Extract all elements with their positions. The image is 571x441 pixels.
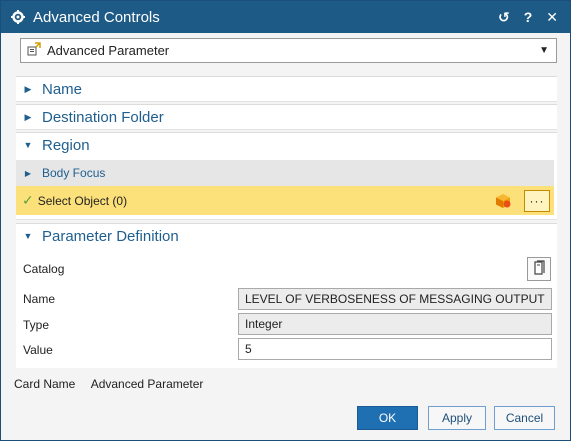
chevron-down-icon: ▼ — [23, 231, 33, 241]
chevron-right-icon: ▶ — [24, 168, 32, 178]
book-icon — [532, 259, 546, 279]
body-focus-label: Body Focus — [42, 166, 106, 180]
type-field[interactable]: Integer — [238, 313, 552, 335]
region-header[interactable]: ▼ Region — [16, 133, 557, 157]
body-focus-header[interactable]: ▶ Body Focus — [16, 160, 554, 186]
chevron-down-icon: ▼ — [539, 45, 549, 56]
select-object-row[interactable]: ✓ Select Object (0) ··· — [16, 186, 554, 215]
name-label: Name — [23, 292, 56, 306]
value-label: Value — [23, 343, 53, 357]
chevron-right-icon: ▶ — [24, 111, 32, 122]
type-dropdown[interactable]: Advanced Parameter ▼ — [20, 38, 557, 63]
reset-icon[interactable]: ↺ — [498, 9, 510, 26]
help-icon[interactable]: ? — [524, 9, 533, 25]
cube-select-icon[interactable] — [494, 192, 512, 210]
catalog-button[interactable] — [527, 257, 551, 281]
value-input[interactable]: 5 — [238, 338, 552, 360]
parameter-definition-header[interactable]: ▼ Parameter Definition — [16, 224, 557, 248]
check-icon: ✓ — [22, 192, 34, 208]
gear-icon — [11, 10, 25, 24]
ok-button[interactable]: OK — [357, 406, 418, 430]
section-region-label: Region — [42, 136, 90, 154]
card-name-value: Advanced Parameter — [90, 377, 204, 391]
type-dropdown-value: Advanced Parameter — [47, 43, 170, 58]
chevron-right-icon: ▶ — [24, 83, 32, 94]
chevron-down-icon: ▼ — [23, 140, 33, 150]
card-name-row: Card Name Advanced Parameter — [14, 377, 203, 391]
apply-button[interactable]: Apply — [428, 406, 486, 430]
section-destination-folder[interactable]: ▶ Destination Folder — [16, 104, 557, 130]
cancel-button[interactable]: Cancel — [494, 406, 555, 430]
dialog-title: Advanced Controls — [33, 8, 160, 26]
catalog-label: Catalog — [23, 262, 65, 276]
title-bar[interactable]: Advanced Controls ↺ ? ✕ — [1, 1, 570, 33]
section-name[interactable]: ▶ Name — [16, 76, 557, 102]
advanced-controls-dialog: Advanced Controls ↺ ? ✕ Advanced Paramet… — [0, 0, 571, 441]
name-field[interactable]: LEVEL OF VERBOSENESS OF MESSAGING OUTPUT — [238, 288, 552, 310]
more-options-button[interactable]: ··· — [524, 189, 550, 212]
close-icon[interactable]: ✕ — [546, 9, 558, 26]
parameter-type-icon — [27, 42, 41, 59]
type-label: Type — [23, 318, 50, 332]
section-name-label: Name — [42, 80, 83, 98]
select-object-label: Select Object (0) — [37, 193, 128, 208]
section-destination-label: Destination Folder — [42, 108, 164, 126]
parameter-definition-label: Parameter Definition — [42, 227, 179, 245]
card-name-label: Card Name — [14, 377, 76, 391]
